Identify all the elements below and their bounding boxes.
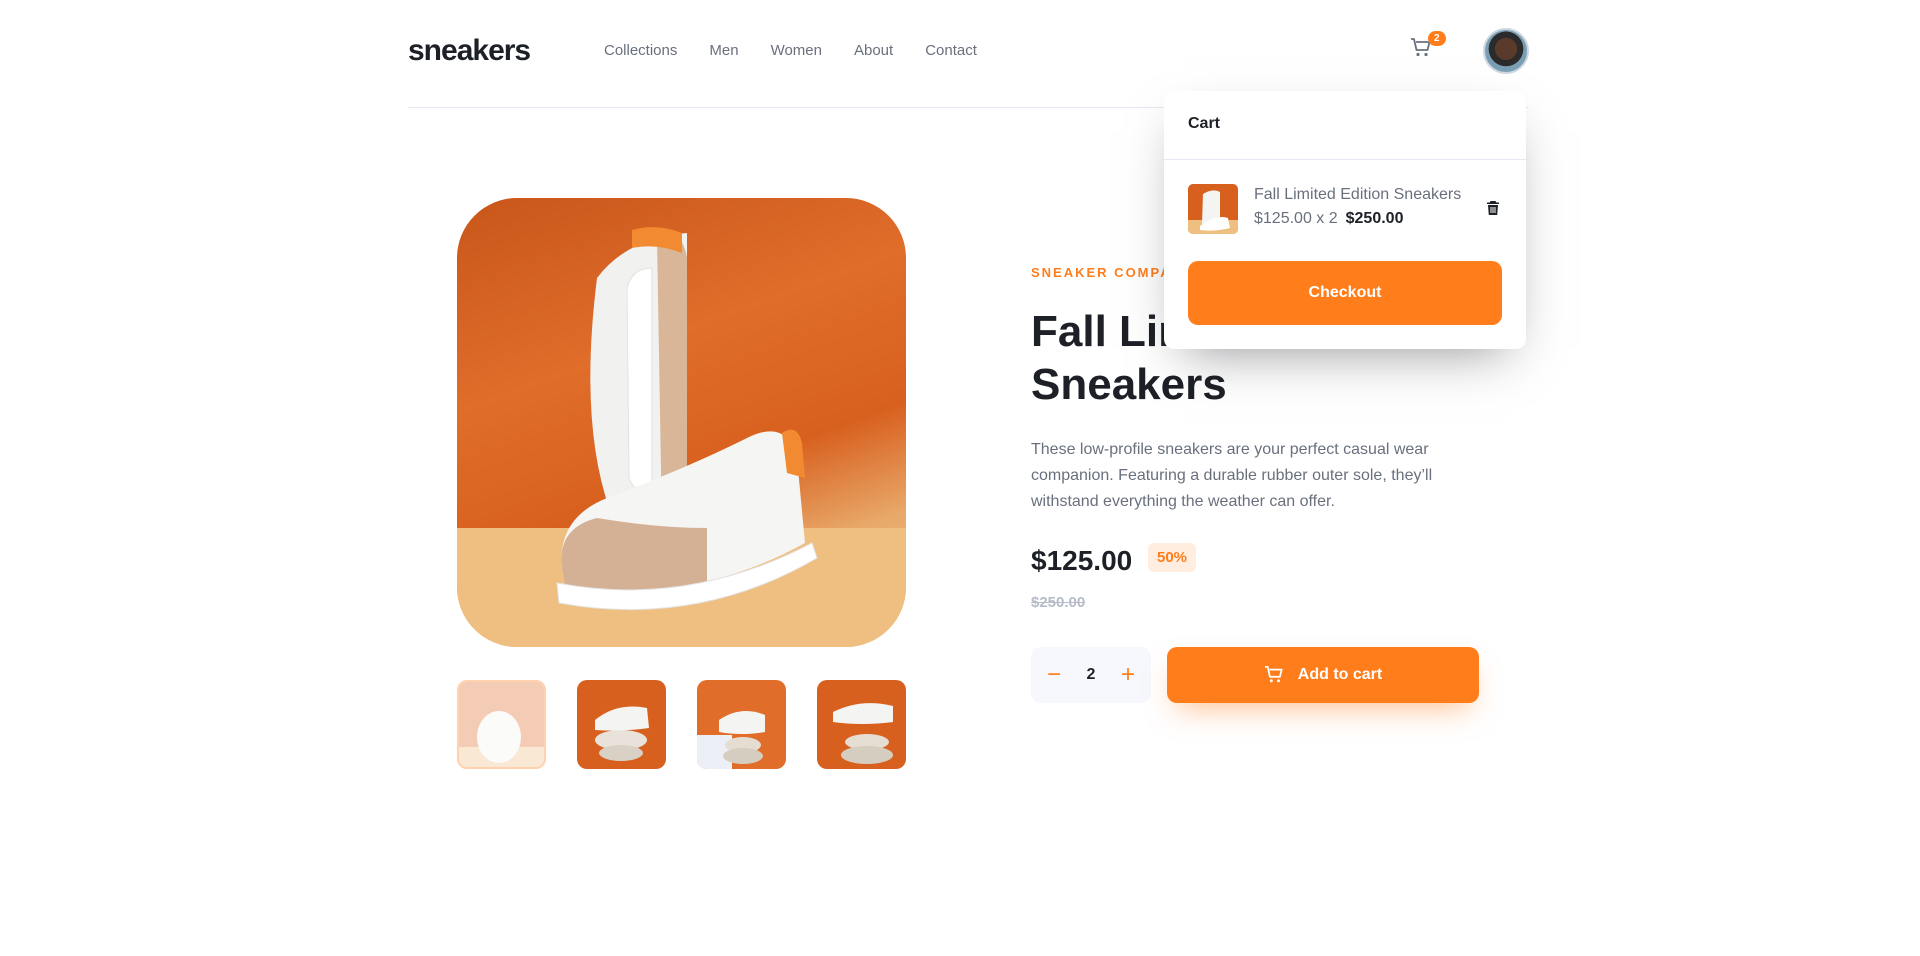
thumbnail-gallery — [457, 680, 906, 769]
nav-collections[interactable]: Collections — [604, 42, 677, 59]
main-nav: Collections Men Women About Contact — [604, 42, 977, 59]
nav-women[interactable]: Women — [771, 42, 822, 59]
product-main-image[interactable] — [457, 198, 906, 647]
quantity-stepper: − 2 + — [1031, 647, 1151, 703]
plus-icon[interactable]: + — [1121, 663, 1135, 687]
cart-button[interactable]: 2 — [1410, 31, 1446, 64]
nav-contact[interactable]: Contact — [925, 42, 977, 59]
nav-about[interactable]: About — [854, 42, 893, 59]
thumbnail-4[interactable] — [817, 680, 906, 769]
user-avatar[interactable] — [1483, 28, 1529, 74]
cart-title: Cart — [1164, 91, 1526, 160]
cart-item-total: $250.00 — [1345, 210, 1404, 227]
cart-item-calc: $125.00 x 2 — [1254, 210, 1338, 227]
checkout-button[interactable]: Checkout — [1188, 261, 1502, 325]
original-price: $250.00 — [1031, 594, 1086, 611]
cart-item-name: Fall Limited Edition Sneakers — [1254, 186, 1462, 203]
sneaker-photo — [457, 227, 906, 647]
logo[interactable]: sneakers — [408, 34, 531, 68]
product-description: These low-profile sneakers are your perf… — [1031, 441, 1433, 510]
thumbnail-1[interactable] — [457, 680, 546, 769]
cart-item-thumbnail — [1188, 184, 1238, 234]
nav-men[interactable]: Men — [709, 42, 738, 59]
cart-item-pricing: $125.00 x 2 $250.00 — [1254, 210, 1403, 228]
current-price: $125.00 — [1031, 545, 1133, 576]
minus-icon[interactable]: − — [1047, 663, 1061, 687]
add-to-cart-button[interactable]: Add to cart — [1167, 647, 1479, 703]
thumbnail-2[interactable] — [577, 680, 666, 769]
cart-icon — [1264, 666, 1283, 683]
quantity-value: 2 — [1086, 666, 1096, 683]
cart-count-badge: 2 — [1428, 31, 1446, 46]
add-to-cart-label: Add to cart — [1297, 666, 1383, 683]
discount-badge: 50% — [1148, 543, 1197, 572]
thumbnail-3[interactable] — [697, 680, 786, 769]
cart-item: Fall Limited Edition Sneakers $125.00 x … — [1188, 184, 1502, 234]
delete-icon[interactable] — [1486, 200, 1500, 216]
cart-dropdown: Cart Fall Limited Edition Sneakers $125.… — [1164, 91, 1526, 349]
